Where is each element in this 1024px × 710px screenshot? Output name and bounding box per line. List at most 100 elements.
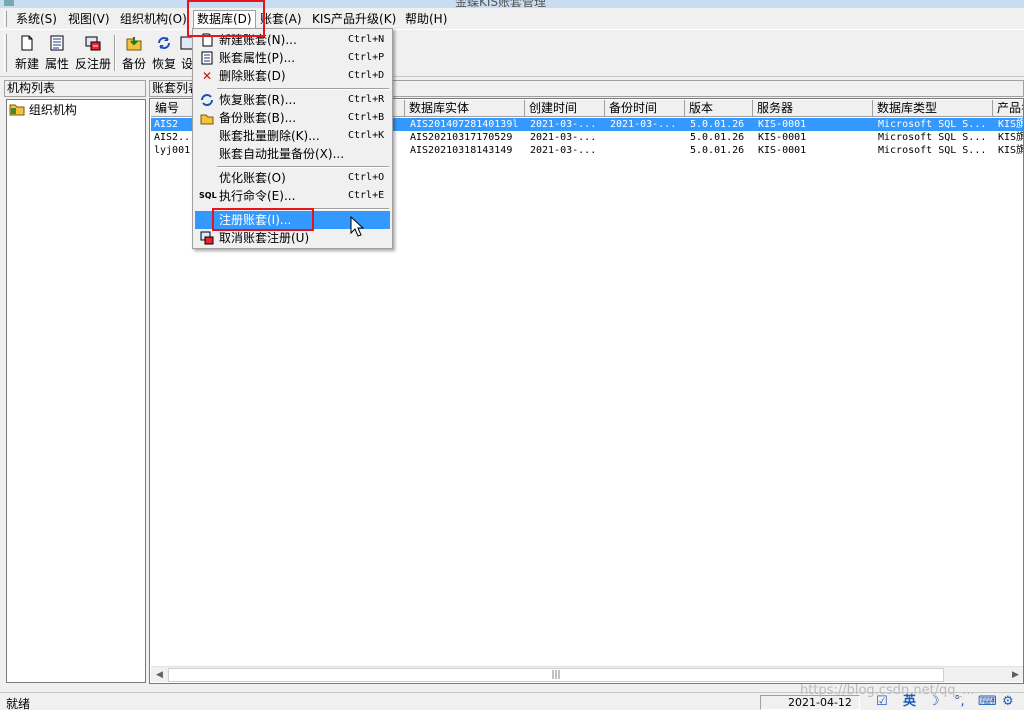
menu-item-label: 账套批量删除(K)... bbox=[219, 129, 320, 143]
cell-dbtype: Microsoft SQL S... bbox=[878, 145, 987, 156]
menu-auto-batch-backup[interactable]: 账套自动批量备份(X)... bbox=[195, 145, 390, 163]
unregister-button-label: 反注册 bbox=[74, 57, 111, 71]
cell-db: AIS20210318143149 bbox=[410, 145, 513, 156]
restore-button[interactable]: 恢复 bbox=[150, 33, 178, 73]
menu-item-shortcut: Ctrl+E bbox=[348, 190, 385, 201]
restore-icon bbox=[199, 93, 215, 107]
cell-server: KIS-0001 bbox=[758, 119, 807, 130]
menu-item-shortcut: Ctrl+D bbox=[348, 70, 385, 81]
cell-dbtype: Microsoft SQL S... bbox=[878, 119, 987, 130]
menu-item-label: 账套属性(P)... bbox=[219, 51, 296, 65]
soft-keyboard-icon[interactable]: ⌨ bbox=[978, 694, 997, 710]
unregister-icon bbox=[85, 35, 101, 51]
backup-button-label: 备份 bbox=[121, 57, 146, 71]
org-tree[interactable]: 组织机构 bbox=[6, 99, 146, 683]
properties-icon bbox=[49, 35, 65, 51]
cell-server: KIS-0001 bbox=[758, 145, 807, 156]
delete-x-icon: ✕ bbox=[201, 69, 213, 83]
cell-db: AIS20140728140139l bbox=[410, 119, 519, 130]
menu-item-shortcut: Ctrl+B bbox=[348, 112, 385, 123]
menu-item-label: 备份账套(B)... bbox=[219, 111, 297, 125]
menu-item-label: 账套自动批量备份(X)... bbox=[219, 147, 345, 161]
menu-item-shortcut: Ctrl+R bbox=[348, 94, 385, 105]
scroll-right-icon[interactable]: ▶ bbox=[1007, 667, 1023, 683]
new-button-label: 新建 bbox=[14, 57, 39, 71]
column-header-created[interactable]: 创建时间 bbox=[525, 100, 605, 117]
cell-version: 5.0.01.26 bbox=[690, 145, 745, 156]
cell-dbtype: Microsoft SQL S... bbox=[878, 132, 987, 143]
cell-db: AIS20210317170529 bbox=[410, 132, 513, 143]
annotation-box-database-menu bbox=[187, 0, 265, 37]
sql-icon: SQL bbox=[199, 191, 217, 200]
folder-org-icon bbox=[9, 102, 25, 116]
cell-product: KIS旗 bbox=[998, 145, 1024, 156]
menu-separator bbox=[217, 166, 389, 168]
menu-delete-account[interactable]: ✕ 删除账套(D) Ctrl+D bbox=[195, 67, 390, 85]
backup-icon bbox=[126, 35, 142, 51]
menu-restore-account[interactable]: 恢复账套(R)... Ctrl+R bbox=[195, 91, 390, 109]
column-header-db-entity[interactable]: 数据库实体 bbox=[405, 100, 525, 117]
gear-icon[interactable]: ⚙ bbox=[1002, 694, 1014, 710]
properties-icon bbox=[199, 51, 215, 65]
app-icon bbox=[4, 0, 14, 6]
menu-execute-command[interactable]: SQL 执行命令(E)... Ctrl+E bbox=[195, 187, 390, 205]
tree-node-organization[interactable]: 组织机构 bbox=[9, 102, 77, 118]
menu-item-shortcut: Ctrl+O bbox=[348, 172, 385, 183]
menu-optimize-account[interactable]: 优化账套(O) Ctrl+O bbox=[195, 169, 390, 187]
column-header-backup[interactable]: 备份时间 bbox=[605, 100, 685, 117]
menu-view[interactable]: 视图(V) bbox=[65, 11, 113, 28]
menu-bar: 系统(S) 视图(V) 组织机构(O) 数据库(D) 账套(A) KIS产品升级… bbox=[0, 8, 1024, 30]
properties-button-label: 属性 bbox=[44, 57, 69, 71]
annotation-box-register-account bbox=[212, 208, 314, 231]
properties-button[interactable]: 属性 bbox=[42, 33, 72, 73]
cell-id: AIS2 bbox=[154, 119, 179, 130]
cell-product: KIS旗 bbox=[998, 119, 1024, 130]
scroll-left-icon[interactable]: ◀ bbox=[151, 667, 168, 683]
menu-separator bbox=[217, 88, 389, 90]
cell-created: 2021-03-... bbox=[530, 132, 597, 143]
window-title: 金蝶KIS账套管理 bbox=[455, 0, 547, 8]
horizontal-scrollbar[interactable]: ◀ ||| ▶ bbox=[151, 666, 1023, 683]
restore-icon bbox=[156, 35, 172, 51]
menu-kis-upgrade[interactable]: KIS产品升级(K) bbox=[309, 11, 399, 28]
backup-button[interactable]: 备份 bbox=[120, 33, 148, 73]
column-header-product[interactable]: 产品名 bbox=[993, 100, 1023, 117]
menu-item-label: 取消账套注册(U) bbox=[219, 231, 310, 245]
toolbar: 新建 属性 反注册 备份 恢复 设 bbox=[0, 31, 1024, 77]
title-bar: 金蝶KIS账套管理 bbox=[0, 0, 1024, 8]
unregister-button[interactable]: 反注册 bbox=[73, 33, 113, 73]
menu-system[interactable]: 系统(S) bbox=[13, 11, 60, 28]
unregister-icon bbox=[199, 231, 215, 245]
scroll-thumb[interactable]: ||| bbox=[168, 668, 944, 682]
menu-item-label: 恢复账套(R)... bbox=[219, 93, 297, 107]
menu-account-properties[interactable]: 账套属性(P)... Ctrl+P bbox=[195, 49, 390, 67]
toolbar-grip bbox=[4, 34, 7, 72]
column-header-version[interactable]: 版本 bbox=[685, 100, 753, 117]
tree-node-label: 组织机构 bbox=[28, 103, 77, 117]
cell-created: 2021-03-... bbox=[530, 145, 597, 156]
cell-backup: 2021-03-... bbox=[610, 119, 677, 130]
menu-help[interactable]: 帮助(H) bbox=[402, 11, 450, 28]
menubar-grip bbox=[4, 11, 7, 27]
backup-icon bbox=[199, 111, 215, 125]
cell-version: 5.0.01.26 bbox=[690, 132, 745, 143]
menu-item-label: 删除账套(D) bbox=[219, 69, 286, 83]
menu-item-label: 优化账套(O) bbox=[219, 171, 286, 185]
watermark: https://blog.csdn.net/qq_... bbox=[800, 683, 975, 698]
menu-backup-account[interactable]: 备份账套(B)... Ctrl+B bbox=[195, 109, 390, 127]
menu-item-shortcut: Ctrl+P bbox=[348, 52, 385, 63]
menu-batch-delete[interactable]: 账套批量删除(K)... Ctrl+K bbox=[195, 127, 390, 145]
cell-version: 5.0.01.26 bbox=[690, 119, 745, 130]
cell-id: AIS2... bbox=[154, 132, 194, 143]
mouse-cursor-icon bbox=[350, 215, 365, 241]
column-header-db-type[interactable]: 数据库类型 bbox=[873, 100, 993, 117]
cell-server: KIS-0001 bbox=[758, 132, 807, 143]
cell-id: lyj001 bbox=[154, 145, 191, 156]
menu-item-label: 执行命令(E)... bbox=[219, 189, 296, 203]
new-button[interactable]: 新建 bbox=[12, 33, 42, 73]
new-document-icon bbox=[19, 35, 35, 51]
status-text: 就绪 bbox=[6, 697, 31, 710]
column-header-server[interactable]: 服务器 bbox=[753, 100, 873, 117]
org-list-header: 机构列表 bbox=[4, 80, 146, 97]
menu-organization[interactable]: 组织机构(O) bbox=[117, 11, 190, 28]
